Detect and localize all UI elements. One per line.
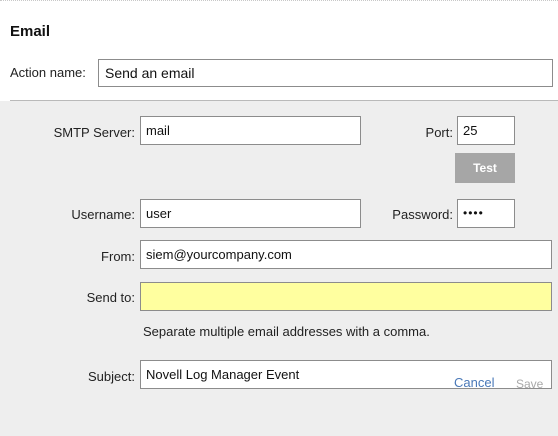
port-input[interactable]: 25 — [457, 116, 515, 145]
from-label: From: — [101, 249, 135, 264]
send-to-label: Send to: — [86, 290, 135, 305]
save-button[interactable]: Save — [516, 377, 543, 391]
username-label: Username: — [71, 207, 135, 222]
smtp-server-label: SMTP Server: — [53, 125, 135, 140]
email-settings-form: SMTP Server: mail Port: 25 Test Username… — [0, 101, 558, 436]
from-input[interactable]: siem@yourcompany.com — [140, 240, 552, 269]
dialog-title: Email — [10, 23, 51, 40]
password-label: Password: — [392, 207, 453, 222]
port-label: Port: — [425, 125, 453, 140]
action-name-label: Action name: — [10, 65, 86, 80]
password-input[interactable]: •••• — [457, 199, 515, 228]
send-to-hint: Separate multiple email addresses with a… — [143, 324, 430, 339]
test-button[interactable]: Test — [455, 153, 515, 183]
send-to-input[interactable] — [140, 282, 552, 311]
email-action-dialog: Email Action name: Send an email SMTP Se… — [0, 0, 558, 436]
action-name-input[interactable]: Send an email — [98, 59, 553, 87]
subject-label: Subject: — [88, 369, 135, 384]
cancel-link[interactable]: Cancel — [454, 375, 494, 390]
smtp-server-input[interactable]: mail — [140, 116, 361, 145]
dialog-header: Email Action name: Send an email — [0, 1, 558, 100]
username-input[interactable]: user — [140, 199, 361, 228]
